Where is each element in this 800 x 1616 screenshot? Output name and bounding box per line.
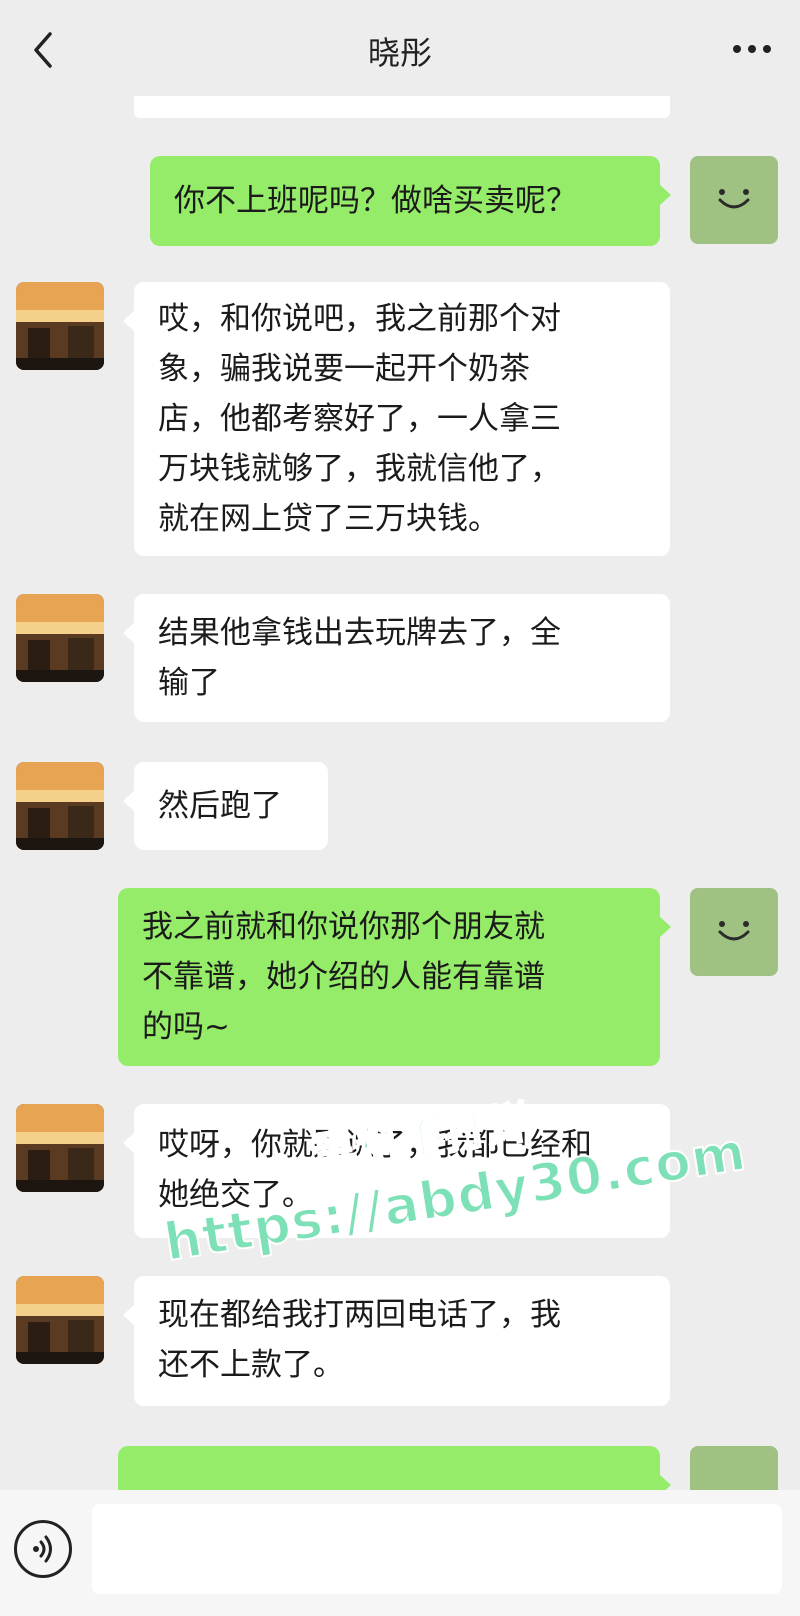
voice-button[interactable] bbox=[14, 1520, 72, 1578]
avatar-image bbox=[16, 1276, 104, 1364]
avatar-image bbox=[16, 282, 104, 370]
smile-icon bbox=[718, 921, 750, 941]
contact-avatar[interactable] bbox=[16, 594, 104, 682]
contact-avatar[interactable] bbox=[16, 282, 104, 370]
message-text: 结果他拿钱出去玩牌去了，全 输了 bbox=[158, 615, 561, 701]
message-text: 然后跑了 bbox=[158, 788, 282, 824]
top-bar: 晓彤 bbox=[0, 0, 800, 100]
avatar-image bbox=[16, 1104, 104, 1192]
incoming-message-bubble[interactable]: 哎呀，你就别说了，我都已经和 她绝交了。 bbox=[123, 1104, 670, 1238]
message-text: 哎，和你说吧，我之前那个对 象，骗我说要一起开个奶茶 店，他都考察好了，一人拿三… bbox=[158, 301, 561, 537]
incoming-message-bubble[interactable]: 结果他拿钱出去玩牌去了，全 输了 bbox=[123, 594, 670, 722]
partial-message-bubble bbox=[134, 96, 670, 118]
self-avatar[interactable] bbox=[690, 888, 778, 976]
more-options-icon[interactable] bbox=[730, 34, 774, 64]
smile-icon bbox=[718, 189, 750, 209]
contact-avatar[interactable] bbox=[16, 762, 104, 850]
chat-title: 晓彤 bbox=[367, 34, 432, 72]
message-text: 哎呀，你就别说了，我都已经和 她绝交了。 bbox=[158, 1127, 592, 1213]
self-avatar[interactable] bbox=[690, 156, 778, 244]
incoming-message-bubble[interactable]: 现在都给我打两回电话了，我 还不上款了。 bbox=[123, 1276, 670, 1406]
message-text: 现在都给我打两回电话了，我 还不上款了。 bbox=[158, 1297, 561, 1383]
avatar-image bbox=[16, 762, 104, 850]
outgoing-message-bubble[interactable]: 我之前就和你说你那个朋友就 不靠谱，她介绍的人能有靠谱 的吗~ bbox=[118, 888, 671, 1066]
contact-avatar[interactable] bbox=[16, 1104, 104, 1192]
message-text: 我之前就和你说你那个朋友就 不靠谱，她介绍的人能有靠谱 的吗~ bbox=[142, 909, 545, 1045]
incoming-message-bubble[interactable]: 哎，和你说吧，我之前那个对 象，骗我说要一起开个奶茶 店，他都考察好了，一人拿三… bbox=[123, 282, 670, 556]
message-text: 你不上班呢吗？做啥买卖呢？ bbox=[174, 183, 577, 219]
avatar-image bbox=[16, 594, 104, 682]
input-bar bbox=[0, 1490, 800, 1616]
outgoing-message-bubble[interactable]: 你不上班呢吗？做啥买卖呢？ bbox=[150, 156, 671, 246]
contact-avatar[interactable] bbox=[16, 1276, 104, 1364]
incoming-message-bubble[interactable]: 然后跑了 bbox=[123, 762, 328, 850]
message-input[interactable] bbox=[92, 1504, 782, 1594]
voice-icon bbox=[33, 1535, 52, 1563]
